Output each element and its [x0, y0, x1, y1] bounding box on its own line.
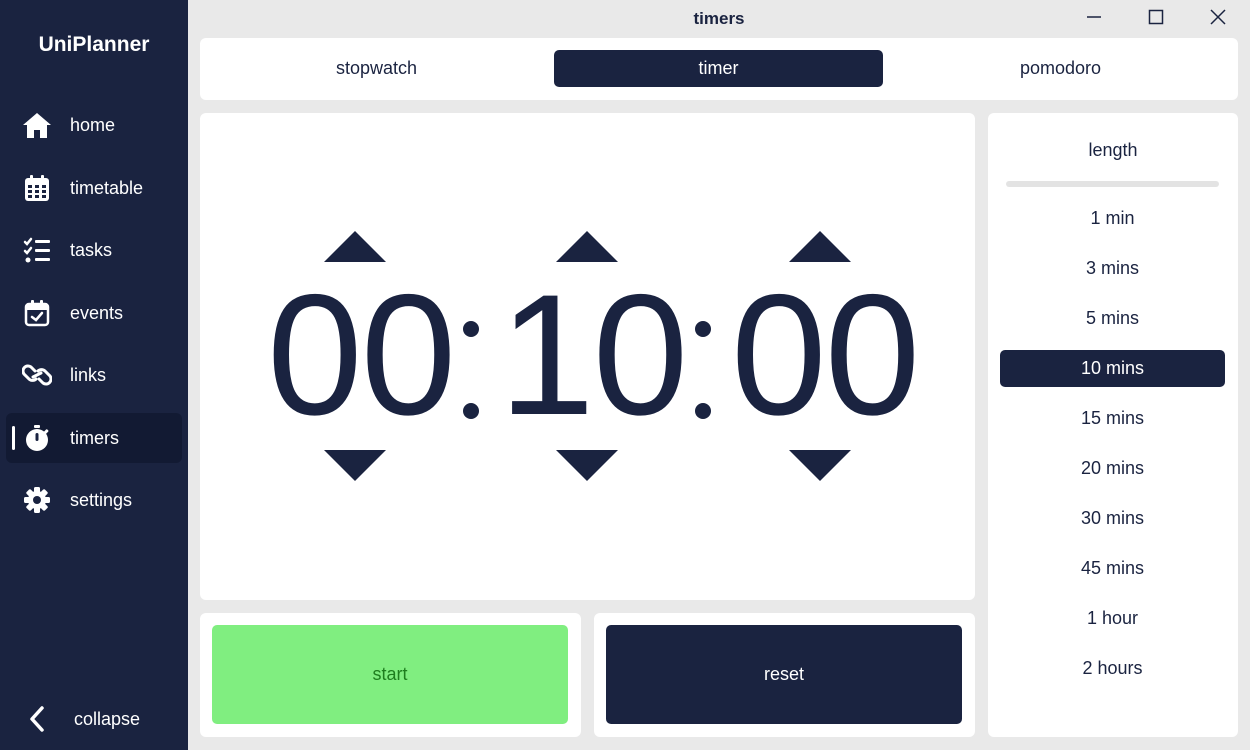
sidebar-item-timers[interactable]: timers — [6, 413, 182, 463]
length-title: length — [1088, 140, 1138, 160]
maximize-icon — [1148, 9, 1164, 30]
sidebar-item-timetable[interactable]: timetable — [6, 163, 182, 213]
timer-mode-tabs: stopwatch timer pomodoro — [200, 38, 1238, 100]
tab-timer[interactable]: timer — [554, 50, 883, 87]
reset-panel: reset — [594, 613, 975, 737]
seconds-down-arrow-icon[interactable] — [789, 450, 851, 481]
sidebar-item-label: timers — [70, 427, 119, 448]
colon-dot — [695, 403, 711, 419]
gear-icon — [22, 486, 52, 514]
length-option[interactable]: 5 mins — [1000, 300, 1225, 337]
timer-display-panel: 00 10 00 — [200, 113, 975, 600]
sidebar: UniPlanner home timetable tasks events l… — [0, 0, 188, 750]
minutes-display: 10 — [499, 259, 688, 451]
divider — [1006, 181, 1219, 187]
checklist-icon — [22, 236, 52, 264]
sidebar-item-label: home — [70, 114, 116, 135]
length-option[interactable]: 3 mins — [1000, 250, 1225, 287]
length-option[interactable]: 45 mins — [1000, 550, 1225, 587]
main-area: timers stopwatch timer pomodoro 00 10 00… — [188, 0, 1250, 750]
sidebar-item-label: timetable — [70, 177, 144, 198]
collapse-label: collapse — [74, 708, 141, 729]
sidebar-item-label: tasks — [70, 239, 113, 260]
minutes-down-arrow-icon[interactable] — [556, 450, 618, 481]
sidebar-item-links[interactable]: links — [6, 350, 182, 400]
close-icon — [1210, 8, 1226, 30]
sidebar-item-label: settings — [70, 489, 133, 510]
length-option[interactable]: 1 hour — [1000, 600, 1225, 637]
sidebar-item-label: links — [70, 364, 107, 385]
sidebar-item-settings[interactable]: settings — [6, 475, 182, 525]
seconds-up-arrow-icon[interactable] — [789, 231, 851, 262]
length-option[interactable]: 20 mins — [1000, 450, 1225, 487]
colon-dot — [463, 321, 479, 337]
app-title: UniPlanner — [38, 33, 150, 56]
start-panel: start — [200, 613, 581, 737]
start-button[interactable]: start — [212, 625, 568, 724]
colon-dot — [695, 321, 711, 337]
calendar-check-icon — [22, 299, 52, 327]
colon-dot — [463, 403, 479, 419]
length-option[interactable]: 30 mins — [1000, 500, 1225, 537]
hours-down-arrow-icon[interactable] — [324, 450, 386, 481]
sidebar-item-home[interactable]: home — [6, 100, 182, 150]
sidebar-item-tasks[interactable]: tasks — [6, 225, 182, 275]
minimize-button[interactable] — [1071, 4, 1117, 34]
maximize-button[interactable] — [1133, 4, 1179, 34]
length-option[interactable]: 1 min — [1000, 200, 1225, 237]
calendar-icon — [22, 174, 52, 202]
active-indicator — [12, 426, 15, 450]
length-option[interactable]: 2 hours — [1000, 650, 1225, 687]
window-titlebar: timers — [188, 0, 1250, 38]
tab-stopwatch[interactable]: stopwatch — [212, 50, 541, 87]
length-panel: length 1 min 3 mins 5 mins 10 mins 15 mi… — [988, 113, 1238, 737]
length-option[interactable]: 15 mins — [1000, 400, 1225, 437]
chevron-left-icon — [22, 705, 52, 733]
length-option-selected[interactable]: 10 mins — [1000, 350, 1225, 387]
minutes-up-arrow-icon[interactable] — [556, 231, 618, 262]
sidebar-item-label: events — [70, 302, 124, 323]
sidebar-item-events[interactable]: events — [6, 288, 182, 338]
seconds-display: 00 — [731, 259, 920, 451]
hours-up-arrow-icon[interactable] — [324, 231, 386, 262]
stopwatch-icon — [22, 424, 52, 452]
hours-display: 00 — [267, 259, 456, 451]
minimize-icon — [1086, 9, 1102, 30]
reset-button[interactable]: reset — [606, 625, 962, 724]
collapse-button[interactable]: collapse — [6, 694, 182, 744]
link-icon — [22, 361, 52, 389]
close-button[interactable] — [1195, 4, 1241, 34]
home-icon — [22, 111, 52, 139]
tab-pomodoro[interactable]: pomodoro — [896, 50, 1225, 87]
